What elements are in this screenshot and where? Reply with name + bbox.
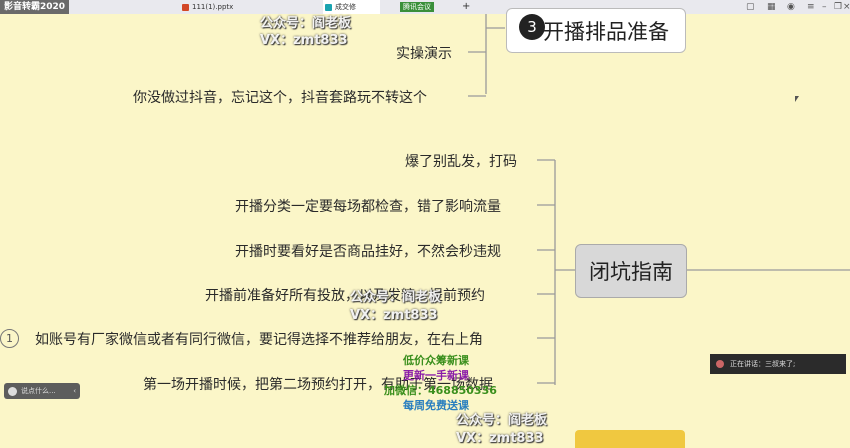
- node-guide[interactable]: 闭坑指南: [575, 244, 687, 298]
- promo-line: 加微信：468850336: [384, 384, 497, 397]
- leaf-demo[interactable]: 实操演示: [396, 43, 452, 63]
- speaking-indicator: 正在讲话：三叔来了;: [710, 354, 846, 374]
- leaf-douyin-note[interactable]: 你没做过抖音，忘记这个，抖音套路玩不转这个: [133, 87, 427, 107]
- node-guide-label: 闭坑指南: [589, 260, 673, 284]
- watermark-gzh: 公众号：阎老板: [456, 413, 548, 428]
- leaf-guide-5[interactable]: 如账号有厂家微信或者有同行微信，要记得选择不推荐给朋友，在右上角: [35, 329, 483, 349]
- speaker-avatar: [716, 360, 724, 368]
- promo-line: 低价众筹新课: [403, 354, 469, 367]
- collapse-button[interactable]: ‹: [73, 383, 76, 399]
- collapse-marker[interactable]: 1: [0, 329, 19, 348]
- leaf-guide-3[interactable]: 开播时要看好是否商品挂好，不然会秒违规: [235, 241, 501, 261]
- watermark-vx: VX：zmt833: [350, 308, 438, 323]
- chat-placeholder: 说点什么...: [21, 387, 56, 395]
- cursor-icon: [795, 96, 799, 102]
- chat-icon: [8, 386, 17, 396]
- promo-line: 更新一手新课: [403, 369, 469, 382]
- leaf-guide-2[interactable]: 开播分类一定要每场都检查，错了影响流量: [235, 196, 501, 216]
- watermark-gzh: 公众号：阎老板: [350, 290, 442, 305]
- node-next[interactable]: [575, 430, 685, 448]
- speaking-text: 正在讲话：三叔来了;: [730, 360, 796, 368]
- node-prep-label: 开播排品准备: [543, 19, 669, 44]
- promo-line: 每周免费送课: [403, 399, 469, 412]
- leaf-guide-1[interactable]: 爆了别乱发，打码: [405, 151, 517, 171]
- watermark-vx: VX：zmt833: [260, 33, 348, 48]
- step-number-badge: 3: [519, 14, 545, 40]
- leaf-guide-4[interactable]: 开播前准备好所有投放，以及发糖，提前预约: [205, 285, 485, 305]
- watermark-vx: VX：zmt833: [456, 431, 544, 446]
- chat-input[interactable]: 说点什么... ‹: [4, 383, 80, 399]
